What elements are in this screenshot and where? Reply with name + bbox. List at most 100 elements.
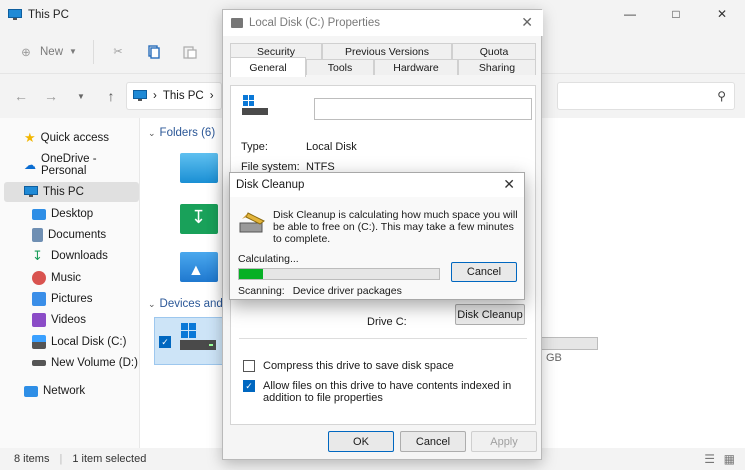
separator [92, 39, 94, 64]
sidebar-item-videos[interactable]: Videos [32, 310, 86, 330]
tab-label: Tools [327, 61, 353, 74]
pc-icon [24, 186, 38, 197]
compress-label: Compress this drive to save disk space [263, 360, 454, 372]
selected-count: 1 item selected [72, 453, 147, 465]
scanning-status: Scanning: Device driver packages [238, 285, 410, 297]
desktop-icon [32, 208, 46, 220]
tab-general[interactable]: General [230, 57, 306, 77]
drive-size-text: GB [546, 352, 562, 364]
button-label: OK [353, 435, 369, 448]
tab-quota[interactable]: Quota [452, 43, 536, 59]
paste-icon[interactable] [182, 44, 198, 60]
close-icon[interactable]: ✕ [521, 14, 533, 31]
sidebar-item-quick-access[interactable]: ★ Quick access [24, 128, 109, 148]
maximize-button[interactable]: □ [653, 0, 699, 28]
progress-bar [238, 268, 440, 280]
window-title: This PC [28, 9, 69, 21]
index-checkbox[interactable]: ✓ [243, 380, 255, 392]
drive-label: Drive C: [367, 316, 407, 328]
copy-icon[interactable] [146, 44, 162, 60]
chevron-down-icon: ▼ [69, 47, 77, 56]
group-header-folders[interactable]: ⌄ Folders (6) [148, 127, 215, 139]
cleanup-message: Disk Cleanup is calculating how much spa… [273, 209, 518, 245]
index-label: Allow files on this drive to have conten… [263, 380, 512, 404]
tab-hardware[interactable]: Hardware [374, 59, 458, 75]
sidebar-item-label: Music [51, 272, 82, 284]
disk-cleanup-button[interactable]: Disk Cleanup [455, 304, 525, 325]
downloads-icon: ↧ [191, 207, 207, 227]
window-controls: — □ ✕ [607, 0, 745, 28]
sidebar-item-label: Desktop [51, 208, 94, 220]
drive-tile-selected[interactable]: ✓ [154, 317, 224, 365]
sidebar-item-music[interactable]: Music [32, 268, 81, 288]
sidebar-item-documents[interactable]: Documents [32, 225, 106, 245]
apply-button[interactable]: Apply [471, 431, 537, 452]
search-input[interactable]: ⚲ [557, 82, 735, 110]
drive-name-input[interactable] [314, 98, 532, 120]
mountain-icon: ▲ [188, 262, 204, 279]
sidebar-item-label: This PC [43, 186, 84, 198]
tiles-view-icon[interactable]: ▦ [724, 452, 735, 466]
sidebar-item-downloads[interactable]: ↧ Downloads [32, 246, 108, 266]
cloud-icon: ☁ [24, 158, 36, 172]
compress-checkbox[interactable] [243, 360, 255, 372]
tab-previous-versions[interactable]: Previous Versions [322, 43, 452, 59]
close-icon[interactable]: ✕ [503, 176, 515, 193]
selection-checkbox[interactable]: ✓ [159, 336, 171, 348]
network-icon [24, 385, 38, 397]
sidebar-item-pictures[interactable]: Pictures [32, 289, 93, 309]
cancel-button[interactable]: Cancel [451, 262, 517, 282]
properties-titlebar: Local Disk (C:) Properties ✕ [223, 10, 543, 36]
disk-cleanup-dialog: Disk Cleanup ✕ Disk Cleanup is calculati… [229, 172, 525, 300]
chevron-down-icon: ⌄ [148, 298, 156, 309]
breadcrumb-separator: › [153, 90, 157, 102]
type-value: Local Disk [306, 141, 357, 153]
tab-label: General [249, 61, 287, 74]
back-arrow-icon[interactable]: ← [6, 81, 36, 111]
sidebar-item-label: Quick access [40, 132, 110, 144]
group-header-label: Folders (6) [159, 127, 216, 139]
sidebar-item-desktop[interactable]: Desktop [32, 204, 93, 224]
scanning-value: Device driver packages [292, 285, 402, 297]
sidebar-item-label: Network [43, 385, 86, 397]
sidebar-item-label: Videos [51, 314, 86, 326]
divider [239, 338, 527, 339]
button-label: Disk Cleanup [457, 308, 523, 321]
documents-icon [32, 228, 43, 242]
recent-chevron-icon[interactable]: ▼ [66, 81, 96, 111]
plus-circle-icon: ⊕ [21, 46, 31, 59]
folder-desktop-tile[interactable] [180, 153, 218, 183]
dialog-title: Disk Cleanup [236, 179, 305, 191]
tab-sharing[interactable]: Sharing [458, 59, 536, 75]
close-button[interactable]: ✕ [699, 0, 745, 28]
forward-arrow-icon[interactable]: → [36, 81, 66, 111]
group-header-label: Devices and [159, 298, 223, 310]
drive-icon [32, 360, 46, 366]
drive-icon [32, 335, 46, 349]
cut-icon[interactable]: ✂ [110, 44, 126, 60]
folder-downloads-tile[interactable]: ↧ [180, 204, 218, 234]
ok-button[interactable]: OK [328, 431, 394, 452]
sidebar-item-onedrive[interactable]: ☁ OneDrive - Personal [24, 153, 139, 177]
sidebar-item-new-volume[interactable]: New Volume (D:) [32, 353, 138, 373]
details-view-icon[interactable]: ☰ [704, 452, 715, 466]
folder-pictures-tile[interactable]: ▲ [180, 252, 218, 282]
up-arrow-icon[interactable]: ↑ [96, 81, 126, 111]
sidebar-item-label: Local Disk (C:) [51, 336, 127, 348]
tab-tools[interactable]: Tools [306, 59, 374, 75]
breadcrumb-separator: › [209, 90, 214, 102]
sidebar-item-this-pc[interactable]: This PC [4, 182, 139, 202]
address-bar[interactable]: › This PC › [126, 82, 222, 110]
group-header-devices[interactable]: ⌄ Devices and [148, 298, 223, 310]
new-button[interactable]: ⊕ New ▼ [18, 44, 77, 60]
cleanup-titlebar: Disk Cleanup ✕ [230, 173, 524, 197]
sidebar-item-local-disk[interactable]: Local Disk (C:) [32, 332, 126, 352]
cancel-button[interactable]: Cancel [400, 431, 466, 452]
sidebar-item-network[interactable]: Network [24, 381, 85, 401]
tab-label: Hardware [393, 61, 439, 74]
minimize-button[interactable]: — [607, 0, 653, 28]
pictures-icon [32, 292, 46, 306]
drive-icon [231, 18, 243, 28]
breadcrumb[interactable]: This PC [163, 90, 204, 102]
tab-label: Previous Versions [344, 45, 430, 58]
